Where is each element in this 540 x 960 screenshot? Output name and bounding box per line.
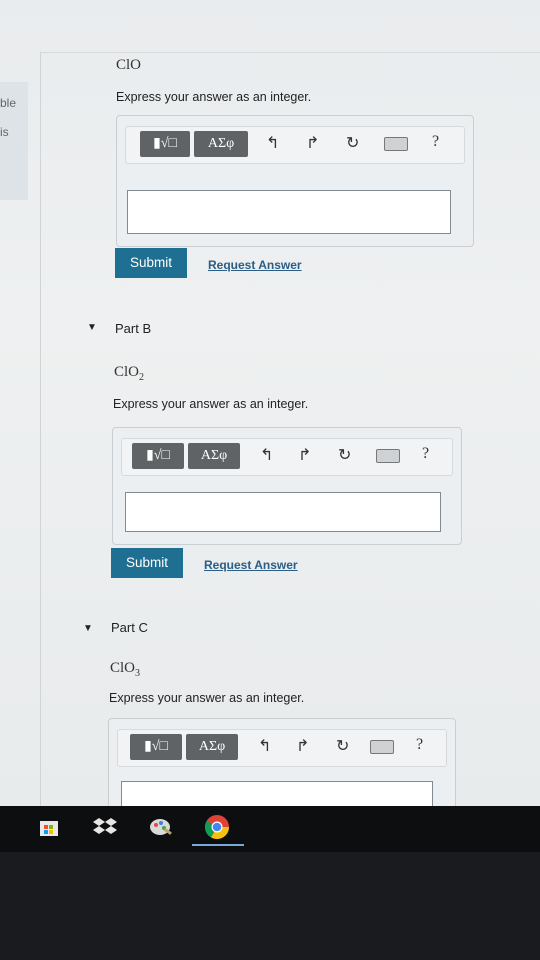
part-b-editor: ▮√□ ΑΣφ ↰ ↱ ↻ ? bbox=[112, 427, 462, 545]
part-b-request-answer-link[interactable]: Request Answer bbox=[204, 558, 298, 572]
part-b-submit-button[interactable]: Submit bbox=[111, 548, 183, 578]
left-divider bbox=[40, 52, 41, 806]
keyboard-icon[interactable] bbox=[384, 137, 408, 151]
sidebar-text-2: is bbox=[0, 125, 9, 139]
part-c-instruction: Express your answer as an integer. bbox=[109, 691, 305, 705]
reset-icon[interactable]: ↻ bbox=[346, 133, 359, 153]
part-c-editor: ▮√□ ΑΣφ ↰ ↱ ↻ ? bbox=[108, 718, 456, 806]
greek-symbols-button[interactable]: ΑΣφ bbox=[188, 443, 240, 469]
part-b-answer-input[interactable] bbox=[125, 492, 441, 532]
help-button[interactable]: ? bbox=[432, 133, 439, 151]
templates-button[interactable]: ▮√□ bbox=[140, 131, 190, 157]
templates-button[interactable]: ▮√□ bbox=[132, 443, 184, 469]
part-c-formula: ClO3 bbox=[110, 660, 141, 679]
part-c-answer-input[interactable] bbox=[121, 781, 433, 806]
paint-icon[interactable] bbox=[148, 814, 174, 840]
undo-icon[interactable]: ↰ bbox=[266, 133, 279, 153]
part-a-instruction: Express your answer as an integer. bbox=[116, 90, 312, 104]
greek-symbols-button[interactable]: ΑΣφ bbox=[194, 131, 248, 157]
greek-symbols-button[interactable]: ΑΣφ bbox=[186, 734, 238, 760]
part-a-submit-button[interactable]: Submit bbox=[115, 248, 187, 278]
part-b-instruction: Express your answer as an integer. bbox=[113, 397, 309, 411]
top-divider bbox=[40, 52, 540, 53]
redo-icon[interactable]: ↱ bbox=[296, 736, 309, 756]
fraction-sqrt-templates-icon: ▮√□ bbox=[144, 739, 168, 754]
part-a-formula: ClO bbox=[116, 57, 142, 73]
part-c-title: Part C bbox=[111, 620, 148, 635]
redo-icon[interactable]: ↱ bbox=[298, 445, 311, 465]
browser-screen: ble is ClO Express your answer as an int… bbox=[0, 0, 540, 806]
undo-icon[interactable]: ↰ bbox=[258, 736, 271, 756]
chrome-active-indicator bbox=[192, 844, 244, 846]
part-a-editor: ▮√□ ΑΣφ ↰ ↱ ↻ ? bbox=[116, 115, 474, 247]
reset-icon[interactable]: ↻ bbox=[338, 445, 351, 465]
redo-icon[interactable]: ↱ bbox=[306, 133, 319, 153]
store-icon[interactable] bbox=[36, 814, 62, 840]
templates-button[interactable]: ▮√□ bbox=[130, 734, 182, 760]
reset-icon[interactable]: ↻ bbox=[336, 736, 349, 756]
keyboard-icon[interactable] bbox=[376, 449, 400, 463]
part-b-collapse-caret[interactable]: ▼ bbox=[87, 322, 97, 333]
fraction-sqrt-templates-icon: ▮√□ bbox=[146, 448, 170, 463]
part-a-answer-input[interactable] bbox=[127, 190, 451, 234]
dropbox-icon[interactable] bbox=[92, 814, 118, 840]
chrome-icon[interactable] bbox=[204, 814, 230, 840]
taskbar bbox=[0, 806, 540, 852]
part-b-formula: ClO2 bbox=[114, 364, 145, 383]
fraction-sqrt-templates-icon: ▮√□ bbox=[153, 136, 177, 151]
part-c-toolbar: ▮√□ ΑΣφ ↰ ↱ ↻ ? bbox=[117, 729, 447, 767]
part-b-toolbar: ▮√□ ΑΣφ ↰ ↱ ↻ ? bbox=[121, 438, 453, 476]
sidebar-text-1: ble bbox=[0, 96, 17, 110]
part-b-title: Part B bbox=[115, 321, 152, 336]
help-button[interactable]: ? bbox=[416, 736, 423, 754]
undo-icon[interactable]: ↰ bbox=[260, 445, 273, 465]
part-a-toolbar: ▮√□ ΑΣφ ↰ ↱ ↻ ? bbox=[125, 126, 465, 164]
part-a-request-answer-link[interactable]: Request Answer bbox=[208, 258, 302, 272]
help-button[interactable]: ? bbox=[422, 445, 429, 463]
part-c-collapse-caret[interactable]: ▼ bbox=[83, 623, 93, 634]
keyboard-icon[interactable] bbox=[370, 740, 394, 754]
